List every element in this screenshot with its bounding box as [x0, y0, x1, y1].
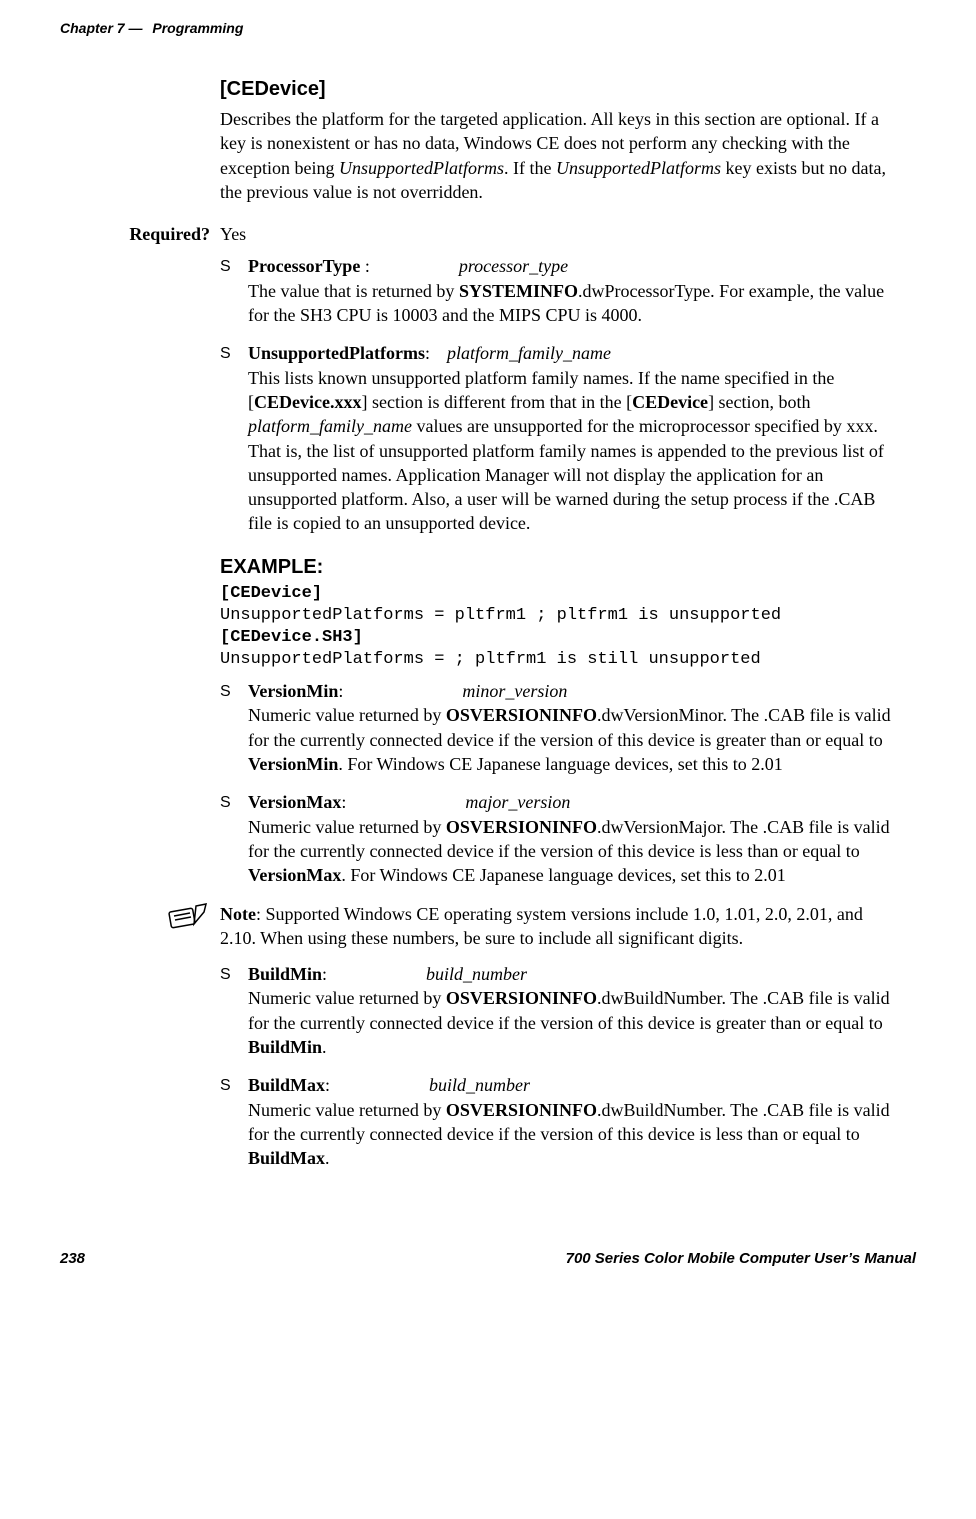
key-name: BuildMin [248, 964, 322, 984]
header-dash: — [125, 20, 143, 36]
code-line: [CEDevice.SH3] [220, 628, 363, 647]
key-param: major_version [465, 792, 570, 812]
chapter-title: Programming [152, 20, 243, 36]
key-param: build_number [426, 964, 527, 984]
text: ] section, both [708, 392, 810, 412]
key-name: BuildMax [248, 1075, 325, 1095]
text: Numeric value returned by [248, 817, 446, 837]
required-value: Yes [220, 222, 246, 246]
text: . If the [504, 158, 556, 178]
api-name: OSVERSIONINFO [446, 817, 597, 837]
text: . [325, 1148, 330, 1168]
code-line: UnsupportedPlatforms = ; pltfrm1 is stil… [220, 650, 761, 669]
sep: : [322, 964, 327, 984]
code-line: [CEDevice] [220, 584, 322, 603]
italic-term: platform_family_name [248, 416, 412, 436]
manual-title: 700 Series Color Mobile Computer User’s … [566, 1250, 916, 1267]
bold-term: CEDevice [632, 392, 708, 412]
sep: : [341, 792, 346, 812]
key-name: VersionMax [248, 792, 341, 812]
note-block: Note: Supported Windows CE operating sys… [220, 902, 896, 951]
italic-term: UnsupportedPlatforms [339, 158, 504, 178]
chapter-label: Chapter 7 [60, 20, 125, 36]
text: ] section is different from that in the … [361, 392, 632, 412]
text: . For Windows CE Japanese language devic… [338, 754, 782, 774]
code-block: [CEDevice] UnsupportedPlatforms = pltfrm… [220, 583, 896, 671]
key-name: VersionMin [248, 681, 338, 701]
sep: : [325, 1075, 330, 1095]
list-item: BuildMax: build_number Numeric value ret… [220, 1073, 896, 1170]
text: The value that is returned by [248, 281, 459, 301]
key-param: platform_family_name [447, 343, 611, 363]
sep: : [338, 681, 343, 701]
list-item: ProcessorType : processor_type The value… [220, 254, 896, 327]
bold-term: VersionMin [248, 754, 338, 774]
note-text: Note: Supported Windows CE operating sys… [220, 902, 896, 951]
list-item: BuildMin: build_number Numeric value ret… [220, 962, 896, 1059]
cedevice-description: Describes the platform for the targeted … [220, 107, 896, 204]
note-label: Note [220, 904, 256, 924]
key-param: build_number [429, 1075, 530, 1095]
key-name: UnsupportedPlatforms [248, 343, 425, 363]
required-label: Required? [50, 222, 220, 246]
list-item: UnsupportedPlatforms: platform_family_na… [220, 341, 896, 535]
page-number: 238 [60, 1250, 85, 1267]
page-header: Chapter 7 — Programming [60, 20, 916, 36]
api-name: OSVERSIONINFO [446, 1100, 597, 1120]
page-footer: 238 700 Series Color Mobile Computer Use… [60, 1250, 916, 1267]
bold-term: VersionMax [248, 865, 341, 885]
sep: : [425, 343, 430, 363]
text: . [322, 1037, 327, 1057]
text: Numeric value returned by [248, 988, 446, 1008]
bold-term: CEDevice.xxx [254, 392, 361, 412]
list-item: VersionMax: major_version Numeric value … [220, 790, 896, 887]
bold-term: BuildMin [248, 1037, 322, 1057]
sep: : [360, 256, 370, 276]
api-name: OSVERSIONINFO [446, 988, 597, 1008]
required-row: Required? Yes [220, 222, 896, 246]
text: Numeric value returned by [248, 705, 446, 725]
text: Numeric value returned by [248, 1100, 446, 1120]
api-name: OSVERSIONINFO [446, 705, 597, 725]
bold-term: BuildMax [248, 1148, 325, 1168]
api-name: SYSTEMINFO [459, 281, 578, 301]
text: : Supported Windows CE operating system … [220, 904, 863, 948]
key-name: ProcessorType [248, 256, 360, 276]
text: . For Windows CE Japanese language devic… [341, 865, 785, 885]
key-param: minor_version [462, 681, 567, 701]
key-param: processor_type [459, 256, 568, 276]
list-item: VersionMin: minor_version Numeric value … [220, 679, 896, 776]
section-heading-cedevice: [CEDevice] [220, 76, 896, 103]
italic-term: UnsupportedPlatforms [556, 158, 721, 178]
code-line: UnsupportedPlatforms = pltfrm1 ; pltfrm1… [220, 606, 781, 625]
example-heading: EXAMPLE: [220, 554, 896, 581]
note-icon [50, 902, 220, 932]
